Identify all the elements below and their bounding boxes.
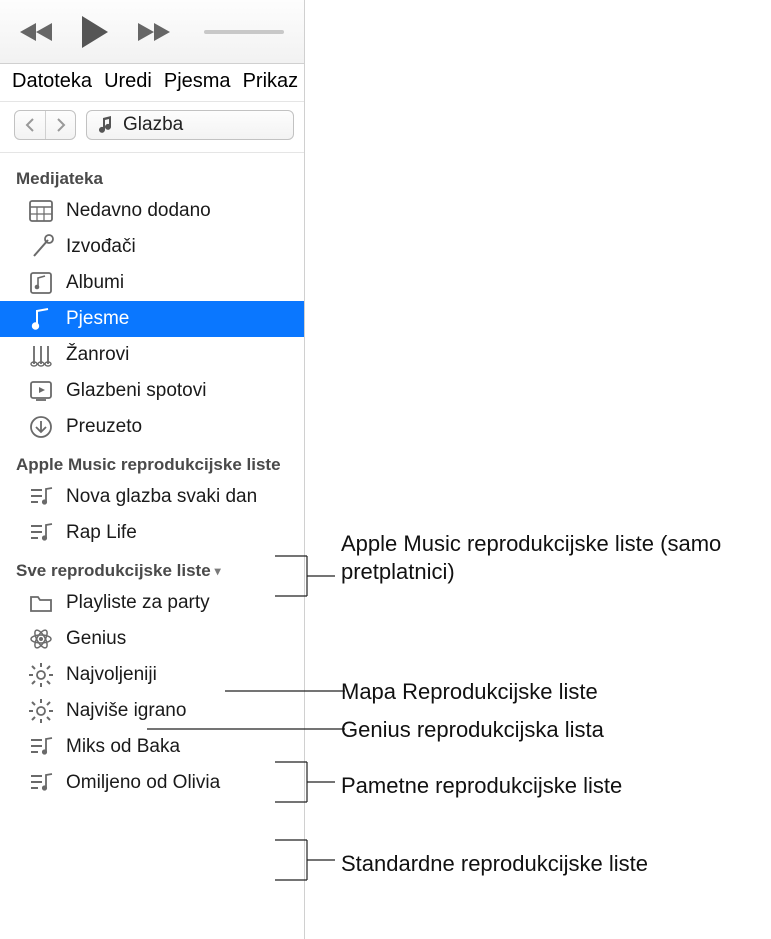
callout-genius: Genius reprodukcijska lista — [341, 716, 604, 744]
volume-slider[interactable] — [204, 30, 284, 34]
chevron-down-icon: ▾ — [215, 564, 221, 578]
callout-apple-music: Apple Music reprodukcijske liste (samo p… — [341, 530, 771, 585]
guitar-icon — [28, 342, 54, 368]
menu-file[interactable]: Datoteka — [12, 70, 92, 93]
folder-icon — [28, 590, 54, 616]
menu-bar: Datoteka Uredi Pjesma Prikaz — [0, 64, 304, 102]
back-button[interactable] — [15, 111, 45, 139]
library-item[interactable]: Izvođači — [0, 229, 304, 265]
library-item[interactable]: Žanrovi — [0, 337, 304, 373]
annotations: Apple Music reprodukcijske liste (samo p… — [305, 0, 771, 939]
sidebar-item-label: Miks od Baka — [66, 736, 180, 758]
nav-row: Glazba — [0, 102, 304, 153]
playlist-item[interactable]: Najviše igrano — [0, 693, 304, 729]
playback-bar — [0, 0, 304, 64]
sidebar-item-label: Izvođači — [66, 236, 136, 258]
library-item[interactable]: Albumi — [0, 265, 304, 301]
playlist-item[interactable]: Najvoljeniji — [0, 657, 304, 693]
playlist-item[interactable]: Miks od Baka — [0, 729, 304, 765]
section-header-label: Sve reprodukcijske liste — [16, 561, 211, 581]
mic-icon — [28, 234, 54, 260]
callout-standard: Standardne reprodukcijske liste — [341, 850, 648, 878]
apple-music-item[interactable]: Rap Life — [0, 515, 304, 551]
library-item[interactable]: Glazbeni spotovi — [0, 373, 304, 409]
album-icon — [28, 270, 54, 296]
app-sidebar-panel: Datoteka Uredi Pjesma Prikaz Glazba Medi… — [0, 0, 305, 939]
music-note-icon — [97, 116, 113, 134]
playlist-icon — [28, 520, 54, 546]
sidebar-item-label: Najviše igrano — [66, 700, 186, 722]
playlist-icon — [28, 734, 54, 760]
sidebar-item-label: Pjesme — [66, 308, 129, 330]
video-icon — [28, 378, 54, 404]
history-nav — [14, 110, 76, 140]
gear-icon — [28, 698, 54, 724]
note-icon — [28, 306, 54, 332]
sidebar-item-label: Najvoljeniji — [66, 664, 157, 686]
menu-view[interactable]: Prikaz — [243, 70, 299, 93]
playlist-icon — [28, 770, 54, 796]
sidebar-item-label: Genius — [66, 628, 126, 650]
callout-smart: Pametne reprodukcijske liste — [341, 772, 622, 800]
section-header-label: Medijateka — [16, 169, 103, 189]
sidebar-item-label: Glazbeni spotovi — [66, 380, 206, 402]
sidebar: Medijateka Nedavno dodano Izvođači Albumi P… — [0, 153, 304, 939]
sidebar-item-label: Albumi — [66, 272, 124, 294]
rewind-button[interactable] — [20, 21, 56, 43]
sidebar-item-label: Preuzeto — [66, 416, 142, 438]
menu-song[interactable]: Pjesma — [164, 70, 231, 93]
playlist-item[interactable]: Playliste za party — [0, 585, 304, 621]
section-header-library: Medijateka — [0, 159, 304, 193]
sidebar-item-label: Žanrovi — [66, 344, 129, 366]
library-item[interactable]: Nedavno dodano — [0, 193, 304, 229]
play-button[interactable] — [80, 16, 110, 48]
library-item[interactable]: Preuzeto — [0, 409, 304, 445]
grid-icon — [28, 198, 54, 224]
sidebar-item-label: Playliste za party — [66, 592, 210, 614]
download-icon — [28, 414, 54, 440]
section-header-all-playlists[interactable]: Sve reprodukcijske liste ▾ — [0, 551, 304, 585]
sidebar-item-label: Omiljeno od Olivia — [66, 772, 220, 794]
library-item[interactable]: Pjesme — [0, 301, 304, 337]
media-type-label: Glazba — [123, 114, 183, 136]
callout-folder: Mapa Reprodukcijske liste — [341, 678, 598, 706]
section-header-label: Apple Music reprodukcijske liste — [16, 455, 281, 475]
playlist-item[interactable]: Omiljeno od Olivia — [0, 765, 304, 801]
fast-forward-button[interactable] — [134, 21, 170, 43]
gear-icon — [28, 662, 54, 688]
menu-edit[interactable]: Uredi — [104, 70, 152, 93]
playlist-icon — [28, 484, 54, 510]
atom-icon — [28, 626, 54, 652]
section-header-apple-music: Apple Music reprodukcijske liste — [0, 445, 304, 479]
sidebar-item-label: Nedavno dodano — [66, 200, 211, 222]
apple-music-item[interactable]: Nova glazba svaki dan — [0, 479, 304, 515]
sidebar-item-label: Rap Life — [66, 522, 137, 544]
media-type-selector[interactable]: Glazba — [86, 110, 294, 140]
forward-button[interactable] — [45, 111, 75, 139]
sidebar-item-label: Nova glazba svaki dan — [66, 486, 257, 508]
playlist-item[interactable]: Genius — [0, 621, 304, 657]
